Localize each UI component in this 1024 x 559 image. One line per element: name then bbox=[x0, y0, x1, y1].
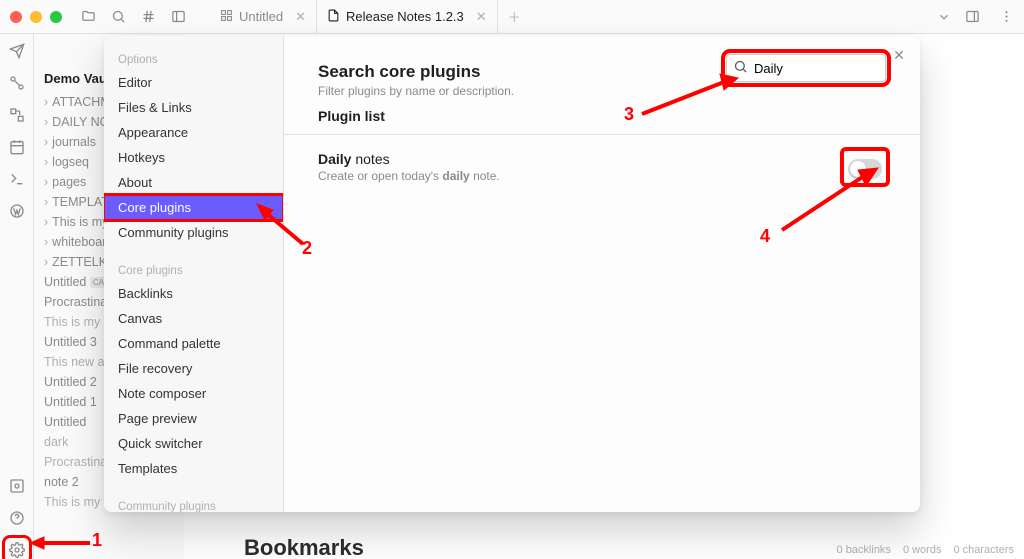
canvas-icon[interactable] bbox=[8, 106, 26, 124]
tabs: Untitled ✕ Release Notes 1.2.3 ✕ ＋ bbox=[210, 0, 936, 34]
daily-note-icon[interactable] bbox=[8, 138, 26, 156]
divider bbox=[284, 134, 920, 135]
vault-icon[interactable] bbox=[8, 477, 26, 495]
tab-untitled[interactable]: Untitled ✕ bbox=[210, 0, 317, 34]
plugin-row-daily-notes: Daily notes Create or open today's daily… bbox=[318, 145, 886, 189]
nav-item-command-palette[interactable]: Command palette bbox=[104, 331, 283, 356]
plugin-desc: Create or open today's daily note. bbox=[318, 169, 844, 183]
tab-label: Release Notes 1.2.3 bbox=[346, 9, 464, 24]
nav-item-backlinks[interactable]: Backlinks bbox=[104, 281, 283, 306]
left-rail bbox=[0, 34, 34, 559]
close-icon[interactable]: ✕ bbox=[295, 9, 306, 25]
nav-heading-options: Options bbox=[104, 48, 283, 70]
nav-item-quick-switcher[interactable]: Quick switcher bbox=[104, 431, 283, 456]
close-icon[interactable]: ✕ bbox=[476, 9, 487, 25]
app-window: Untitled ✕ Release Notes 1.2.3 ✕ ＋ bbox=[0, 0, 1024, 559]
folder-icon[interactable] bbox=[80, 9, 96, 25]
char-count: 0 characters bbox=[953, 544, 1014, 556]
tab-release-notes[interactable]: Release Notes 1.2.3 ✕ bbox=[317, 0, 498, 34]
nav-item-editor[interactable]: Editor bbox=[104, 70, 283, 95]
nav-heading-core: Core plugins bbox=[104, 259, 283, 281]
titlebar: Untitled ✕ Release Notes 1.2.3 ✕ ＋ bbox=[0, 0, 1024, 34]
new-tab-button[interactable]: ＋ bbox=[498, 7, 531, 26]
search-icon[interactable] bbox=[110, 9, 126, 25]
nav-item-page-preview[interactable]: Page preview bbox=[104, 406, 283, 431]
chevron-down-icon[interactable] bbox=[936, 9, 952, 25]
quick-switcher-icon[interactable] bbox=[8, 42, 26, 60]
nav-item-about[interactable]: About bbox=[104, 170, 283, 195]
wordpress-icon[interactable] bbox=[8, 202, 26, 220]
close-window[interactable] bbox=[10, 11, 22, 23]
settings-modal: ✕ Options EditorFiles & LinksAppearanceH… bbox=[104, 36, 920, 512]
minimize-window[interactable] bbox=[30, 11, 42, 23]
help-icon[interactable] bbox=[8, 509, 26, 527]
graph-icon[interactable] bbox=[8, 74, 26, 92]
nav-item-file-recovery[interactable]: File recovery bbox=[104, 356, 283, 381]
plugin-toggle[interactable] bbox=[848, 159, 882, 179]
plugin-search[interactable]: ✕ bbox=[726, 54, 886, 82]
settings-body: ✕ Search core plugins Filter plugins by … bbox=[284, 36, 920, 512]
hash-icon[interactable] bbox=[140, 9, 156, 25]
plugin-name: Daily notes bbox=[318, 151, 844, 167]
nav-heading-community: Community plugins bbox=[104, 495, 283, 512]
nav-item-canvas[interactable]: Canvas bbox=[104, 306, 283, 331]
file-icon bbox=[327, 9, 340, 25]
settings-icon[interactable] bbox=[8, 541, 26, 559]
nav-item-templates[interactable]: Templates bbox=[104, 456, 283, 481]
titlebar-right bbox=[936, 9, 1014, 25]
sidebar-right-icon[interactable] bbox=[964, 9, 980, 25]
nav-item-appearance[interactable]: Appearance bbox=[104, 120, 283, 145]
grid-icon bbox=[220, 9, 233, 25]
section-desc: Filter plugins by name or description. bbox=[318, 84, 886, 98]
window-controls bbox=[10, 11, 62, 23]
maximize-window[interactable] bbox=[50, 11, 62, 23]
nav-item-hotkeys[interactable]: Hotkeys bbox=[104, 145, 283, 170]
sidebar-left-icon[interactable] bbox=[170, 9, 186, 25]
nav-item-community-plugins[interactable]: Community plugins bbox=[104, 220, 283, 245]
plugin-list-heading: Plugin list bbox=[318, 108, 886, 124]
status-bar: 0 backlinks 0 words 0 characters bbox=[827, 541, 1024, 559]
nav-item-note-composer[interactable]: Note composer bbox=[104, 381, 283, 406]
plugin-search-input[interactable] bbox=[748, 61, 920, 76]
backlinks-count[interactable]: 0 backlinks bbox=[837, 544, 891, 556]
nav-item-files-links[interactable]: Files & Links bbox=[104, 95, 283, 120]
more-icon[interactable] bbox=[998, 9, 1014, 25]
settings-nav: Options EditorFiles & LinksAppearanceHot… bbox=[104, 36, 284, 512]
search-icon bbox=[733, 59, 748, 77]
tab-label: Untitled bbox=[239, 9, 283, 24]
command-icon[interactable] bbox=[8, 170, 26, 188]
word-count: 0 words bbox=[903, 544, 942, 556]
nav-item-core-plugins[interactable]: Core plugins bbox=[104, 195, 283, 220]
toolbar-icons bbox=[80, 9, 186, 25]
plugin-toggle-highlight bbox=[844, 151, 886, 183]
